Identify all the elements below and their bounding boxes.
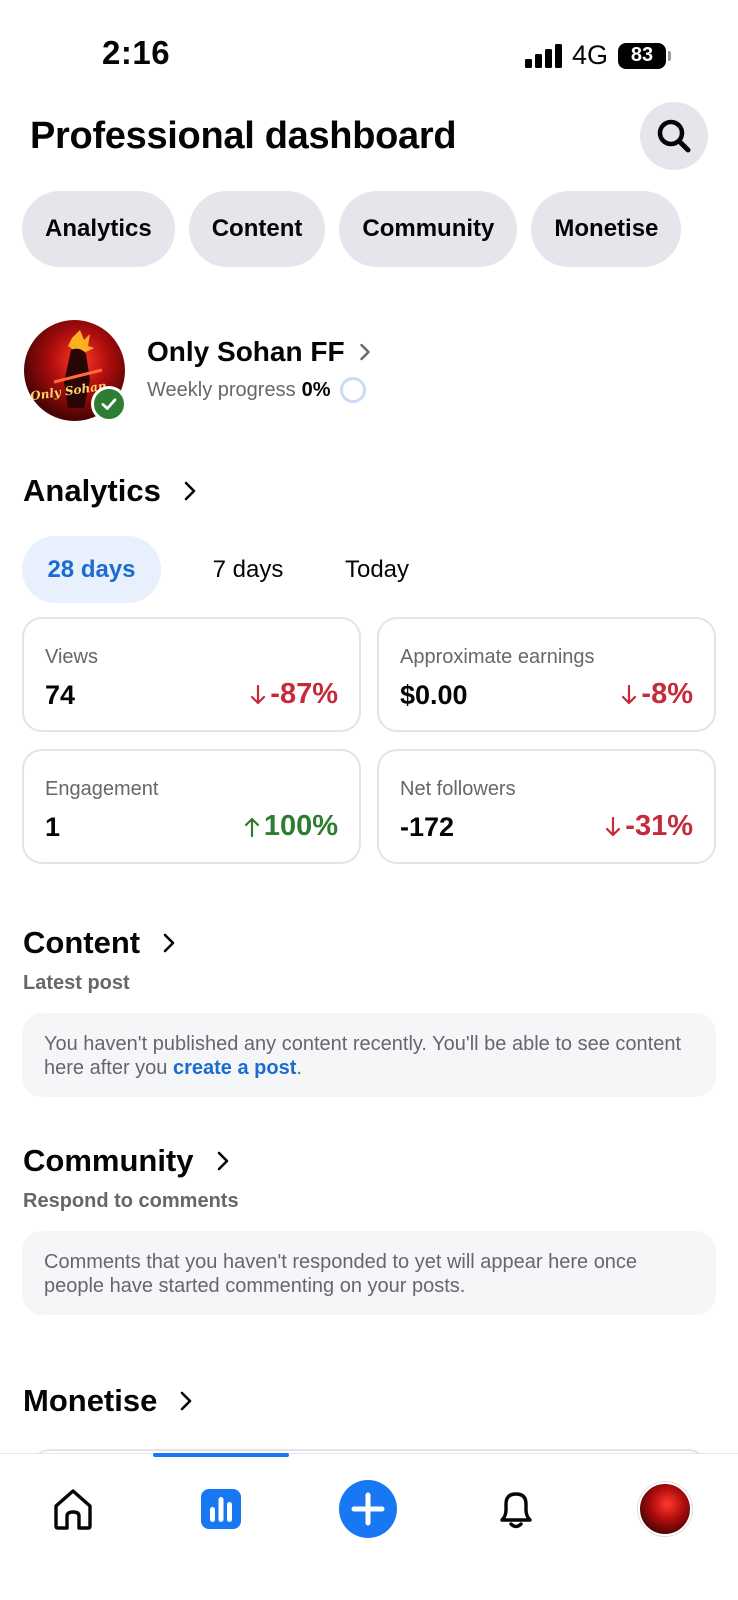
metric-change-value: -8%	[641, 678, 693, 710]
network-type: 4G	[571, 40, 608, 70]
chevron-right-icon	[163, 933, 175, 953]
community-header[interactable]: Community	[23, 1143, 230, 1179]
arrow-down-icon	[622, 684, 637, 704]
community-subtitle: Respond to comments	[23, 1190, 239, 1212]
search-button[interactable]	[640, 102, 708, 170]
profile-name: Only Sohan FF	[147, 336, 345, 367]
status-bar: 2:16 4G 83	[0, 0, 738, 100]
content-message-end: .	[296, 1057, 302, 1079]
chevron-right-icon	[359, 343, 370, 361]
analytics-header[interactable]: Analytics	[23, 473, 197, 509]
status-indicators: 4G 83	[524, 40, 671, 71]
metric-card-earnings[interactable]: Approximate earnings $0.00 -8%	[377, 617, 716, 732]
bell-icon	[500, 1492, 532, 1529]
battery-icon: 83	[618, 42, 671, 69]
chevron-right-icon	[184, 481, 196, 501]
chevron-right-icon	[217, 1151, 228, 1171]
metric-change: -8%	[621, 678, 693, 711]
content-subtitle: Latest post	[23, 972, 130, 994]
arrow-up-icon	[244, 817, 259, 837]
weekly-progress: Weekly progress 0%	[147, 377, 367, 403]
metric-label: Engagement	[45, 778, 159, 800]
metric-card-net-followers[interactable]: Net followers -172 -31%	[377, 749, 716, 864]
content-message-text: You haven't published any content recent…	[44, 1033, 682, 1079]
tab-7-days[interactable]: 7 days	[186, 536, 310, 603]
metric-change: -31%	[605, 810, 693, 843]
page-title: Professional dashboard	[30, 115, 457, 157]
section-chips: Analytics Content Community Monetise	[22, 191, 682, 267]
metric-change-value: 100%	[263, 810, 338, 842]
verified-check-icon	[91, 386, 127, 422]
metric-card-engagement[interactable]: Engagement 1 100%	[22, 749, 361, 864]
metric-label: Approximate earnings	[400, 646, 595, 668]
community-title: Community	[23, 1143, 194, 1178]
nav-home[interactable]	[38, 1474, 108, 1544]
arrow-down-icon	[251, 684, 266, 704]
content-empty-message: You haven't published any content recent…	[22, 1013, 716, 1097]
chevron-right-icon	[181, 1391, 192, 1411]
profile-avatar-small	[638, 1482, 692, 1536]
weekly-progress-label: Weekly progress	[147, 378, 296, 401]
weekly-progress-value: 0%	[301, 378, 331, 401]
monetise-header[interactable]: Monetise	[23, 1383, 193, 1419]
metric-card-views[interactable]: Views 74 -87%	[22, 617, 361, 732]
metric-label: Views	[45, 646, 98, 668]
progress-ring-icon	[340, 377, 367, 403]
home-icon	[54, 1489, 92, 1530]
arrow-down-icon	[606, 816, 621, 836]
analytics-title: Analytics	[23, 473, 161, 508]
nav-selected-indicator	[153, 1453, 289, 1457]
nav-profile[interactable]	[630, 1474, 700, 1544]
metric-value: 74	[45, 680, 76, 710]
search-icon	[657, 119, 691, 153]
chip-monetise[interactable]: Monetise	[531, 191, 682, 267]
bottom-nav	[0, 1453, 738, 1600]
monetise-title: Monetise	[23, 1383, 158, 1418]
metric-value: -172	[400, 812, 455, 842]
plus-icon	[339, 1480, 397, 1538]
chip-community[interactable]: Community	[339, 191, 518, 267]
metric-change: -87%	[250, 678, 338, 711]
create-post-link[interactable]: create a post	[173, 1057, 296, 1079]
bar-chart-icon	[201, 1489, 241, 1529]
status-time: 2:16	[102, 34, 171, 71]
chip-content[interactable]: Content	[188, 191, 326, 267]
metric-change: 100%	[244, 810, 338, 843]
tab-today[interactable]: Today	[326, 536, 428, 603]
nav-notifications[interactable]	[481, 1474, 551, 1544]
profile-name-link[interactable]: Only Sohan FF	[147, 336, 371, 368]
signal-icon	[524, 43, 562, 68]
content-title: Content	[23, 925, 141, 960]
nav-professional-dashboard[interactable]	[186, 1474, 256, 1544]
metric-change-value: -87%	[270, 678, 338, 710]
community-empty-message: Comments that you haven't responded to y…	[22, 1231, 716, 1315]
metric-value: $0.00	[400, 680, 468, 710]
content-header[interactable]: Content	[23, 925, 176, 961]
metric-value: 1	[45, 812, 61, 842]
tab-28-days[interactable]: 28 days	[22, 536, 161, 603]
metric-change-value: -31%	[625, 810, 693, 842]
nav-create[interactable]	[333, 1474, 403, 1544]
metric-label: Net followers	[400, 778, 516, 800]
chip-analytics[interactable]: Analytics	[22, 191, 175, 267]
